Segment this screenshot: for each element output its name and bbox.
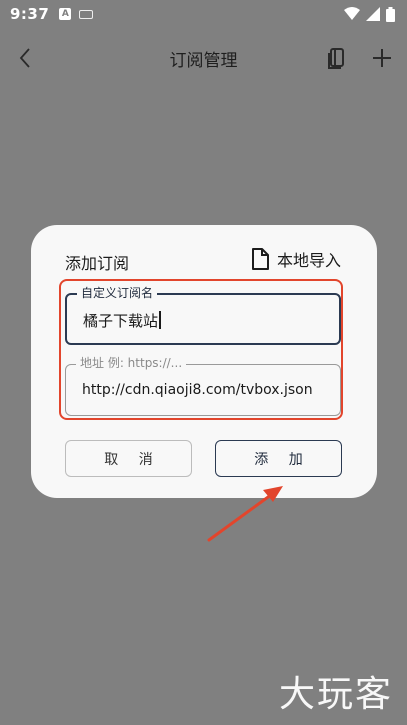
signal-icon: [366, 7, 380, 21]
battery-icon: [386, 6, 395, 22]
add-button[interactable]: 添 加: [215, 440, 342, 477]
local-import-label: 本地导入: [276, 251, 341, 270]
watermark-logo: 大玩客: [278, 674, 393, 715]
app-bar: 订阅管理: [0, 36, 407, 80]
dialog-title: 添加订阅: [65, 254, 130, 273]
subscription-name-label: 自定义订阅名: [77, 285, 158, 301]
notification-badge: A: [59, 8, 72, 20]
wifi-icon: [344, 7, 360, 20]
subscription-name-value: 橘子下载站: [83, 310, 161, 331]
file-icon: [251, 248, 269, 270]
subscription-url-value: http://cdn.qiaoji8.com/tvbox.json: [82, 382, 313, 398]
subscription-url-field[interactable]: 地址 例: https://... http://cdn.qiaoji8.com…: [65, 355, 341, 416]
add-icon[interactable]: [370, 46, 394, 70]
annotation-arrow-icon: [207, 486, 283, 542]
subscription-name-field[interactable]: 自定义订阅名 橘子下载站: [65, 285, 341, 345]
local-import-button[interactable]: 本地导入: [251, 247, 341, 271]
bookmarks-icon[interactable]: [325, 46, 349, 70]
status-bar: 9:37 A: [0, 0, 407, 28]
status-icons: [344, 6, 395, 22]
keyboard-icon: [79, 9, 94, 19]
add-subscription-dialog: 添加订阅 本地导入 自定义订阅名 橘子下载站 地址 例: https://...…: [31, 225, 377, 498]
text-cursor: [159, 311, 161, 329]
cancel-button[interactable]: 取 消: [65, 440, 192, 477]
subscription-url-label: 地址 例: https://...: [76, 355, 187, 371]
status-time: 9:37: [10, 5, 50, 23]
